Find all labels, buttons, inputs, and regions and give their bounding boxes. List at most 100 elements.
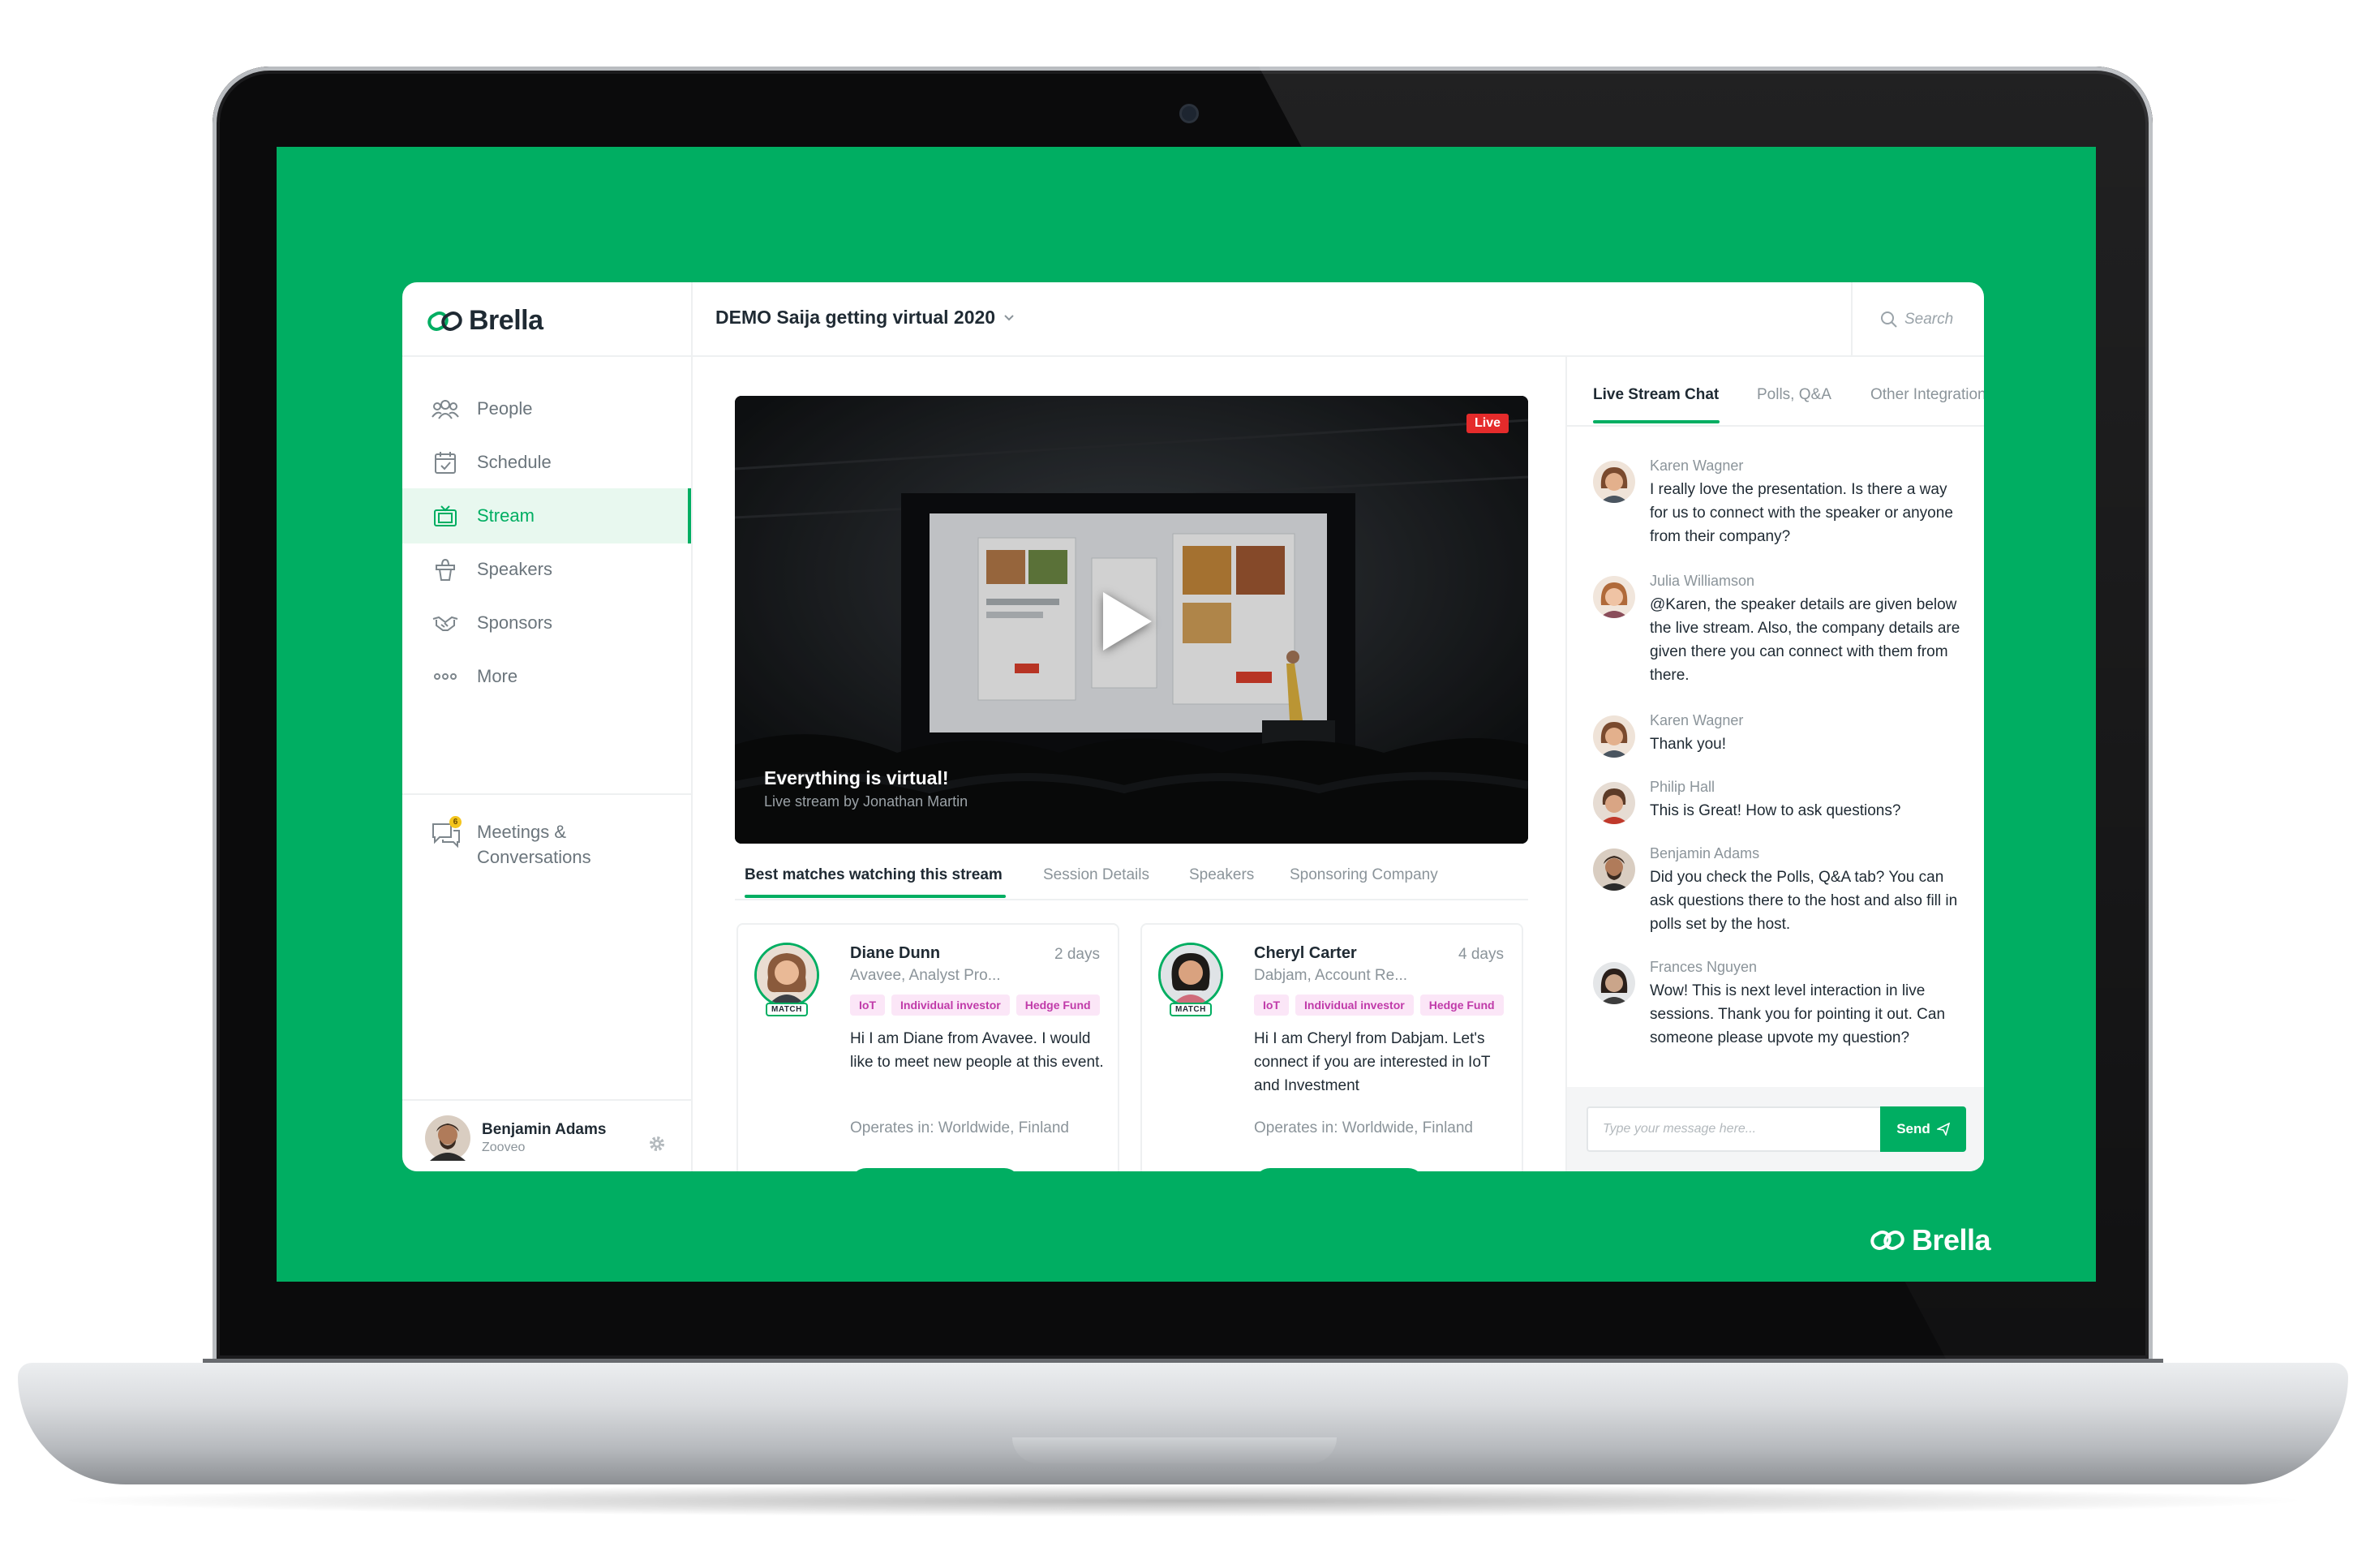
video-title: Everything is virtual! <box>764 767 949 788</box>
live-badge: Live <box>1466 414 1509 433</box>
main-content: Live Everything is virtual! Live stream … <box>717 376 1539 1171</box>
tab-other-integrations[interactable]: Other Integrations <box>1870 386 1984 404</box>
avatar <box>1593 962 1635 1004</box>
message-text: I really love the presentation. Is there… <box>1650 481 1953 545</box>
gear-icon[interactable] <box>647 1134 667 1153</box>
match-card[interactable]: MATCH Diane Dunn 2 days Avavee, Analyst … <box>736 923 1119 1171</box>
sidebar-item-label: Stream <box>477 505 535 526</box>
user-name: Benjamin Adams <box>482 1121 607 1138</box>
connect-button[interactable] <box>850 1168 1020 1171</box>
chat-message: Karen Wagner I really love the presentat… <box>1593 458 1966 548</box>
tab-session-details[interactable]: Session Details <box>1043 866 1149 884</box>
chat-panel: Live Stream Chat Polls, Q&A Other Integr… <box>1565 357 1984 1171</box>
app-window: Brella DEMO Saija getting virtual 2020 S… <box>402 282 1984 1171</box>
meetings-label-line2: Conversations <box>477 847 591 867</box>
video-player[interactable]: Live Everything is virtual! Live stream … <box>735 396 1528 844</box>
corner-brand-text: Brella <box>1911 1223 1991 1257</box>
sidebar-item-label: Schedule <box>477 452 552 472</box>
calendar-icon <box>432 449 459 476</box>
app-logo-text: Brella <box>469 305 543 336</box>
user-org: Zooveo <box>482 1141 526 1154</box>
sidebar: People Schedule Stream Speakers Sponsors… <box>402 357 693 1171</box>
match-bio: Hi I am Diane from Avavee. I would like … <box>850 1030 1104 1071</box>
match-label: MATCH <box>1170 1003 1212 1016</box>
avatar <box>754 943 819 1007</box>
chat-bubbles-icon: 6 <box>432 816 462 848</box>
event-title: DEMO Saija getting virtual 2020 <box>715 307 996 328</box>
podium-icon <box>432 556 459 583</box>
current-user[interactable]: Benjamin Adams Zooveo <box>425 1115 606 1161</box>
sidebar-item-label: People <box>477 398 533 419</box>
sidebar-item-people[interactable]: People <box>402 381 691 436</box>
brella-logo-icon <box>1870 1231 1904 1250</box>
sidebar-item-more[interactable]: More <box>402 649 691 704</box>
chat-message: Frances Nguyen Wow! This is next level i… <box>1593 959 1966 1050</box>
search-field[interactable]: Search <box>1851 282 1984 357</box>
tab-live-stream-chat[interactable]: Live Stream Chat <box>1593 386 1719 404</box>
match-name: Diane Dunn <box>850 944 941 962</box>
people-icon <box>432 395 459 423</box>
brella-logo-icon <box>427 311 462 331</box>
handshake-icon <box>432 609 459 637</box>
tab-best-matches[interactable]: Best matches watching this stream <box>745 866 1003 884</box>
avatar <box>425 1115 470 1161</box>
tag: Hedge Fund <box>1016 994 1100 1016</box>
match-time: 4 days <box>1458 946 1504 963</box>
sidebar-divider <box>402 793 691 795</box>
match-tags: IoT Individual investor Hedge Fund <box>850 994 1110 1019</box>
match-card[interactable]: MATCH Cheryl Carter 4 days Dabjam, Accou… <box>1140 923 1523 1171</box>
app-logo[interactable]: Brella <box>427 305 543 337</box>
sidebar-item-stream[interactable]: Stream <box>402 488 691 543</box>
event-selector[interactable]: DEMO Saija getting virtual 2020 <box>715 307 1015 329</box>
sidebar-item-sponsors[interactable]: Sponsors <box>402 595 691 651</box>
connect-button[interactable] <box>1254 1168 1424 1171</box>
send-button[interactable]: Send <box>1880 1106 1966 1152</box>
message-author: Julia Williamson <box>1650 573 1755 589</box>
sidebar-item-label: Speakers <box>477 559 552 579</box>
tab-polls-qa[interactable]: Polls, Q&A <box>1757 386 1831 404</box>
match-operates: Operates in: Worldwide, Finland <box>850 1119 1069 1136</box>
chat-message: Julia Williamson @Karen, the speaker det… <box>1593 573 1966 687</box>
laptop-notch <box>1012 1437 1337 1463</box>
tab-speakers[interactable]: Speakers <box>1189 866 1254 884</box>
match-role: Dabjam, Account Re... <box>1254 967 1408 984</box>
laptop-shadow <box>49 1484 2317 1517</box>
message-author: Philip Hall <box>1650 779 1715 795</box>
avatar <box>1593 848 1635 891</box>
top-bar: Brella DEMO Saija getting virtual 2020 S… <box>402 282 1984 357</box>
avatar <box>1158 943 1223 1007</box>
tag: Hedge Fund <box>1419 994 1504 1016</box>
chat-message: Philip Hall This is Great! How to ask qu… <box>1593 779 1966 824</box>
active-tab-indicator <box>745 895 1006 898</box>
sidebar-item-label: Sponsors <box>477 612 552 633</box>
message-text: Did you check the Polls, Q&A tab? You ca… <box>1650 869 1958 933</box>
sidebar-item-speakers[interactable]: Speakers <box>402 542 691 597</box>
meetings-label: Meetings & Conversations <box>477 819 591 870</box>
paper-plane-icon <box>1936 1123 1950 1136</box>
sidebar-item-schedule[interactable]: Schedule <box>402 435 691 490</box>
laptop-screen: Brella Brella DEMO Saija getting virtual… <box>277 147 2096 1282</box>
tag: Individual investor <box>891 994 1010 1016</box>
video-subtitle: Live stream by Jonathan Martin <box>764 793 968 810</box>
active-tab-indicator <box>1593 420 1720 423</box>
match-label: MATCH <box>766 1003 808 1016</box>
avatar <box>1593 715 1635 758</box>
message-author: Frances Nguyen <box>1650 959 1758 975</box>
sidebar-item-meetings[interactable]: 6 Meetings & Conversations <box>432 816 591 870</box>
stream-tabs: Best matches watching this stream Sessio… <box>735 852 1528 900</box>
message-author: Karen Wagner <box>1650 458 1744 474</box>
laptop-base <box>18 1363 2348 1484</box>
match-bio: Hi I am Cheryl from Dabjam. Let's connec… <box>1254 1030 1491 1094</box>
play-icon[interactable] <box>1103 592 1152 651</box>
tab-sponsoring-company[interactable]: Sponsoring Company <box>1290 866 1438 884</box>
chat-message-input[interactable] <box>1587 1106 1880 1152</box>
avatar <box>1593 576 1635 618</box>
message-text: @Karen, the speaker details are given be… <box>1650 596 1960 684</box>
chat-message: Benjamin Adams Did you check the Polls, … <box>1593 845 1966 936</box>
tag: IoT <box>850 994 885 1016</box>
meetings-label-line1: Meetings & <box>477 822 567 842</box>
chat-composer: Send <box>1567 1087 1984 1171</box>
sidebar-item-label: More <box>477 666 518 686</box>
match-name: Cheryl Carter <box>1254 944 1357 962</box>
search-placeholder: Search <box>1904 311 1954 328</box>
